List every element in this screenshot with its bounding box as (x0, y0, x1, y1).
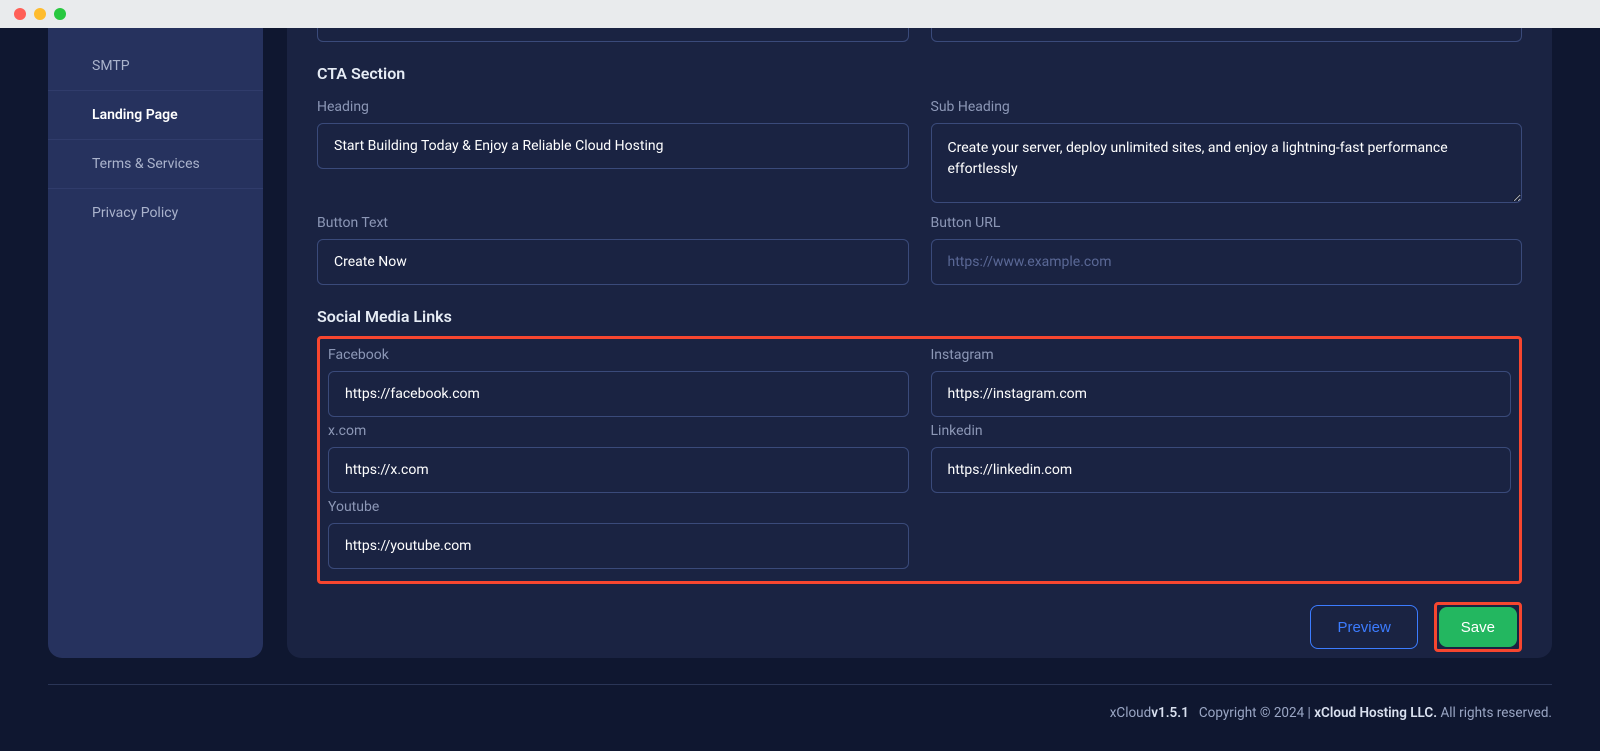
truncated-input-right[interactable] (931, 28, 1523, 42)
xcom-input[interactable] (328, 447, 909, 493)
button-url-input[interactable] (931, 239, 1523, 285)
footer-brand: xCloud (1110, 705, 1152, 721)
social-section-title: Social Media Links (317, 307, 1522, 326)
heading-label: Heading (317, 99, 909, 115)
settings-sidebar: SMTP Landing Page Terms & Services Priva… (48, 28, 263, 658)
linkedin-label: Linkedin (931, 423, 1512, 439)
sidebar-item-landing-page[interactable]: Landing Page (48, 91, 263, 140)
button-text-label: Button Text (317, 215, 909, 231)
button-text-input[interactable] (317, 239, 909, 285)
instagram-label: Instagram (931, 347, 1512, 363)
youtube-input[interactable] (328, 523, 909, 569)
preview-button[interactable]: Preview (1310, 605, 1417, 649)
save-button-highlight: Save (1434, 602, 1522, 652)
sidebar-item-privacy[interactable]: Privacy Policy (48, 189, 263, 237)
subheading-label: Sub Heading (931, 99, 1523, 115)
instagram-input[interactable] (931, 371, 1512, 417)
facebook-label: Facebook (328, 347, 909, 363)
footer-company: xCloud Hosting LLC. (1314, 705, 1437, 721)
heading-input[interactable] (317, 123, 909, 169)
truncated-input-left[interactable] (317, 28, 909, 42)
button-url-label: Button URL (931, 215, 1523, 231)
footer-copyright: Copyright © 2024 | (1199, 705, 1311, 721)
linkedin-input[interactable] (931, 447, 1512, 493)
window-zoom-button[interactable] (54, 8, 66, 20)
youtube-label: Youtube (328, 499, 909, 515)
footer-rights: All rights reserved. (1440, 705, 1552, 721)
save-button[interactable]: Save (1439, 607, 1517, 647)
window-titlebar (0, 0, 1600, 28)
window-close-button[interactable] (14, 8, 26, 20)
cta-section-title: CTA Section (317, 64, 1522, 83)
landing-page-form: CTA Section Heading Sub Heading Create y… (287, 28, 1552, 658)
subheading-textarea[interactable]: Create your server, deploy unlimited sit… (931, 123, 1523, 203)
xcom-label: x.com (328, 423, 909, 439)
footer-version: v1.5.1 (1151, 705, 1189, 721)
sidebar-item-terms[interactable]: Terms & Services (48, 140, 263, 189)
page-footer: xCloudv1.5.1 Copyright © 2024 | xCloud H… (48, 684, 1552, 721)
facebook-input[interactable] (328, 371, 909, 417)
social-links-highlight: Facebook Instagram x.com Linkedin (317, 336, 1522, 584)
sidebar-item-smtp[interactable]: SMTP (48, 42, 263, 91)
window-minimize-button[interactable] (34, 8, 46, 20)
